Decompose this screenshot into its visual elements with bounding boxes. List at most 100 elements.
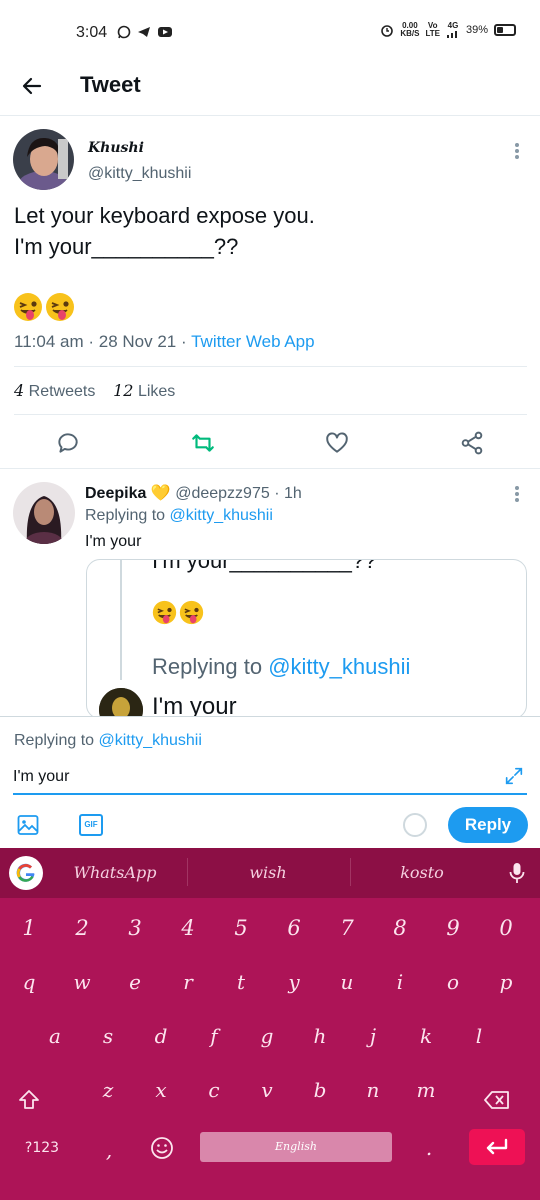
reply-author-handle[interactable]: @deepzz975: [175, 485, 270, 502]
google-g-icon[interactable]: [9, 856, 43, 890]
suggestion-bar: WhatsApp wish kosto: [0, 848, 540, 898]
key-digit-8[interactable]: 9: [428, 908, 478, 948]
key-6[interactable]: m: [401, 1070, 451, 1110]
key-5[interactable]: h: [295, 1016, 345, 1056]
key-6[interactable]: u: [322, 962, 372, 1002]
key-2[interactable]: e: [110, 962, 160, 1002]
reply-icon[interactable]: [55, 430, 81, 456]
quoted-emojis: [152, 600, 204, 625]
key-0[interactable]: a: [30, 1016, 80, 1056]
tweet-meta: 11:04 am · 28 Nov 21 · Twitter Web App: [14, 332, 315, 351]
key-digit-3[interactable]: 4: [163, 908, 213, 948]
image-icon[interactable]: [16, 813, 40, 837]
microphone-icon[interactable]: [509, 862, 525, 884]
key-7[interactable]: k: [401, 1016, 451, 1056]
author-handle[interactable]: @kitty_khushii: [88, 165, 191, 183]
symbols-key[interactable]: ?123: [17, 1128, 67, 1168]
gif-button[interactable]: GIF: [79, 814, 103, 836]
key-digit-1[interactable]: 2: [57, 908, 107, 948]
key-5[interactable]: y: [269, 962, 319, 1002]
tweet-source[interactable]: Twitter Web App: [191, 332, 314, 351]
key-digit-6[interactable]: 7: [322, 908, 372, 948]
signal-icon: 4G: [446, 22, 460, 38]
net-speed: 0.00 KB/S: [400, 21, 420, 38]
divider: [14, 366, 527, 367]
tweet-stats: 4 Retweets 12 Likes: [14, 381, 175, 401]
composer-replying-handle[interactable]: @kitty_khushii: [99, 732, 202, 749]
quoted-text: I'm your__________??: [152, 559, 377, 573]
reply-header: Deepika 💛 @deepzz975 · 1h: [85, 483, 302, 503]
key-4[interactable]: t: [216, 962, 266, 1002]
key-3[interactable]: r: [163, 962, 213, 1002]
key-7[interactable]: i: [375, 962, 425, 1002]
key-3[interactable]: f: [189, 1016, 239, 1056]
comma-key[interactable]: ,: [84, 1130, 134, 1170]
divider: [0, 468, 540, 469]
tweet-time: 11:04 am: [14, 332, 84, 351]
author-name[interactable]: Khushi: [88, 140, 144, 156]
period-key[interactable]: .: [404, 1128, 454, 1168]
quoted-avatar: [99, 688, 143, 718]
key-8[interactable]: l: [454, 1016, 504, 1056]
suggestion-2[interactable]: wish: [193, 863, 343, 882]
key-1[interactable]: s: [83, 1016, 133, 1056]
expand-icon[interactable]: [503, 765, 525, 787]
key-6[interactable]: j: [348, 1016, 398, 1056]
app-header: Tweet: [0, 58, 540, 116]
key-4[interactable]: b: [295, 1070, 345, 1110]
thread-line: [120, 560, 122, 680]
key-digit-5[interactable]: 6: [269, 908, 319, 948]
quoted-image-card[interactable]: I'm your__________?? Replying to @kitty_…: [86, 559, 527, 719]
key-1[interactable]: w: [57, 962, 107, 1002]
reply-time: · 1h: [274, 485, 302, 502]
composer-replying-to: Replying to @kitty_khushii: [14, 732, 202, 749]
author-avatar[interactable]: [13, 129, 74, 190]
tweet-emojis: [13, 292, 75, 322]
more-options-icon[interactable]: [514, 484, 520, 504]
youtube-icon: [157, 25, 173, 39]
backspace-key[interactable]: [472, 1080, 522, 1120]
shift-key[interactable]: [4, 1080, 54, 1120]
key-digit-4[interactable]: 5: [216, 908, 266, 948]
volte-indicator: Vo LTE: [425, 21, 440, 38]
space-bar[interactable]: English: [200, 1132, 392, 1162]
key-2[interactable]: d: [136, 1016, 186, 1056]
key-0[interactable]: z: [83, 1070, 133, 1110]
key-digit-9[interactable]: 0: [481, 908, 531, 948]
battery-icon: [494, 24, 516, 36]
tweet-date: 28 Nov 21: [98, 332, 177, 351]
key-0[interactable]: q: [4, 962, 54, 1002]
retweet-icon[interactable]: [190, 430, 216, 456]
divider: [14, 414, 527, 415]
yellow-heart-emoji: 💛: [150, 485, 171, 502]
winking-tongue-emoji: [45, 292, 75, 322]
like-icon[interactable]: [324, 430, 350, 456]
status-time: 3:04: [76, 24, 108, 41]
key-5[interactable]: n: [348, 1070, 398, 1110]
emoji-key[interactable]: [137, 1128, 187, 1168]
back-arrow-icon[interactable]: [20, 74, 44, 98]
key-2[interactable]: c: [189, 1070, 239, 1110]
reply-input[interactable]: I'm your: [13, 765, 527, 795]
suggestion-3[interactable]: kosto: [347, 863, 497, 882]
key-9[interactable]: p: [481, 962, 531, 1002]
key-8[interactable]: o: [428, 962, 478, 1002]
retweets-link[interactable]: 4 Retweets: [14, 381, 95, 400]
enter-key[interactable]: [469, 1129, 525, 1165]
share-icon[interactable]: [459, 430, 485, 456]
suggestion-1[interactable]: WhatsApp: [40, 863, 190, 882]
character-count-ring: [403, 813, 427, 837]
reply-author-name[interactable]: Deepika: [85, 485, 146, 502]
on-screen-keyboard: WhatsApp wish kosto 1234567890 qwertyuio…: [0, 848, 540, 1200]
key-digit-0[interactable]: 1: [4, 908, 54, 948]
reply-button[interactable]: Reply: [448, 807, 528, 843]
key-digit-7[interactable]: 8: [375, 908, 425, 948]
key-1[interactable]: x: [136, 1070, 186, 1110]
key-4[interactable]: g: [242, 1016, 292, 1056]
more-options-icon[interactable]: [514, 141, 520, 161]
key-3[interactable]: v: [242, 1070, 292, 1110]
key-digit-2[interactable]: 3: [110, 908, 160, 948]
replying-to-handle[interactable]: @kitty_khushii: [170, 507, 273, 524]
likes-link[interactable]: 12 Likes: [113, 381, 175, 400]
reply-author-avatar[interactable]: [13, 482, 75, 544]
